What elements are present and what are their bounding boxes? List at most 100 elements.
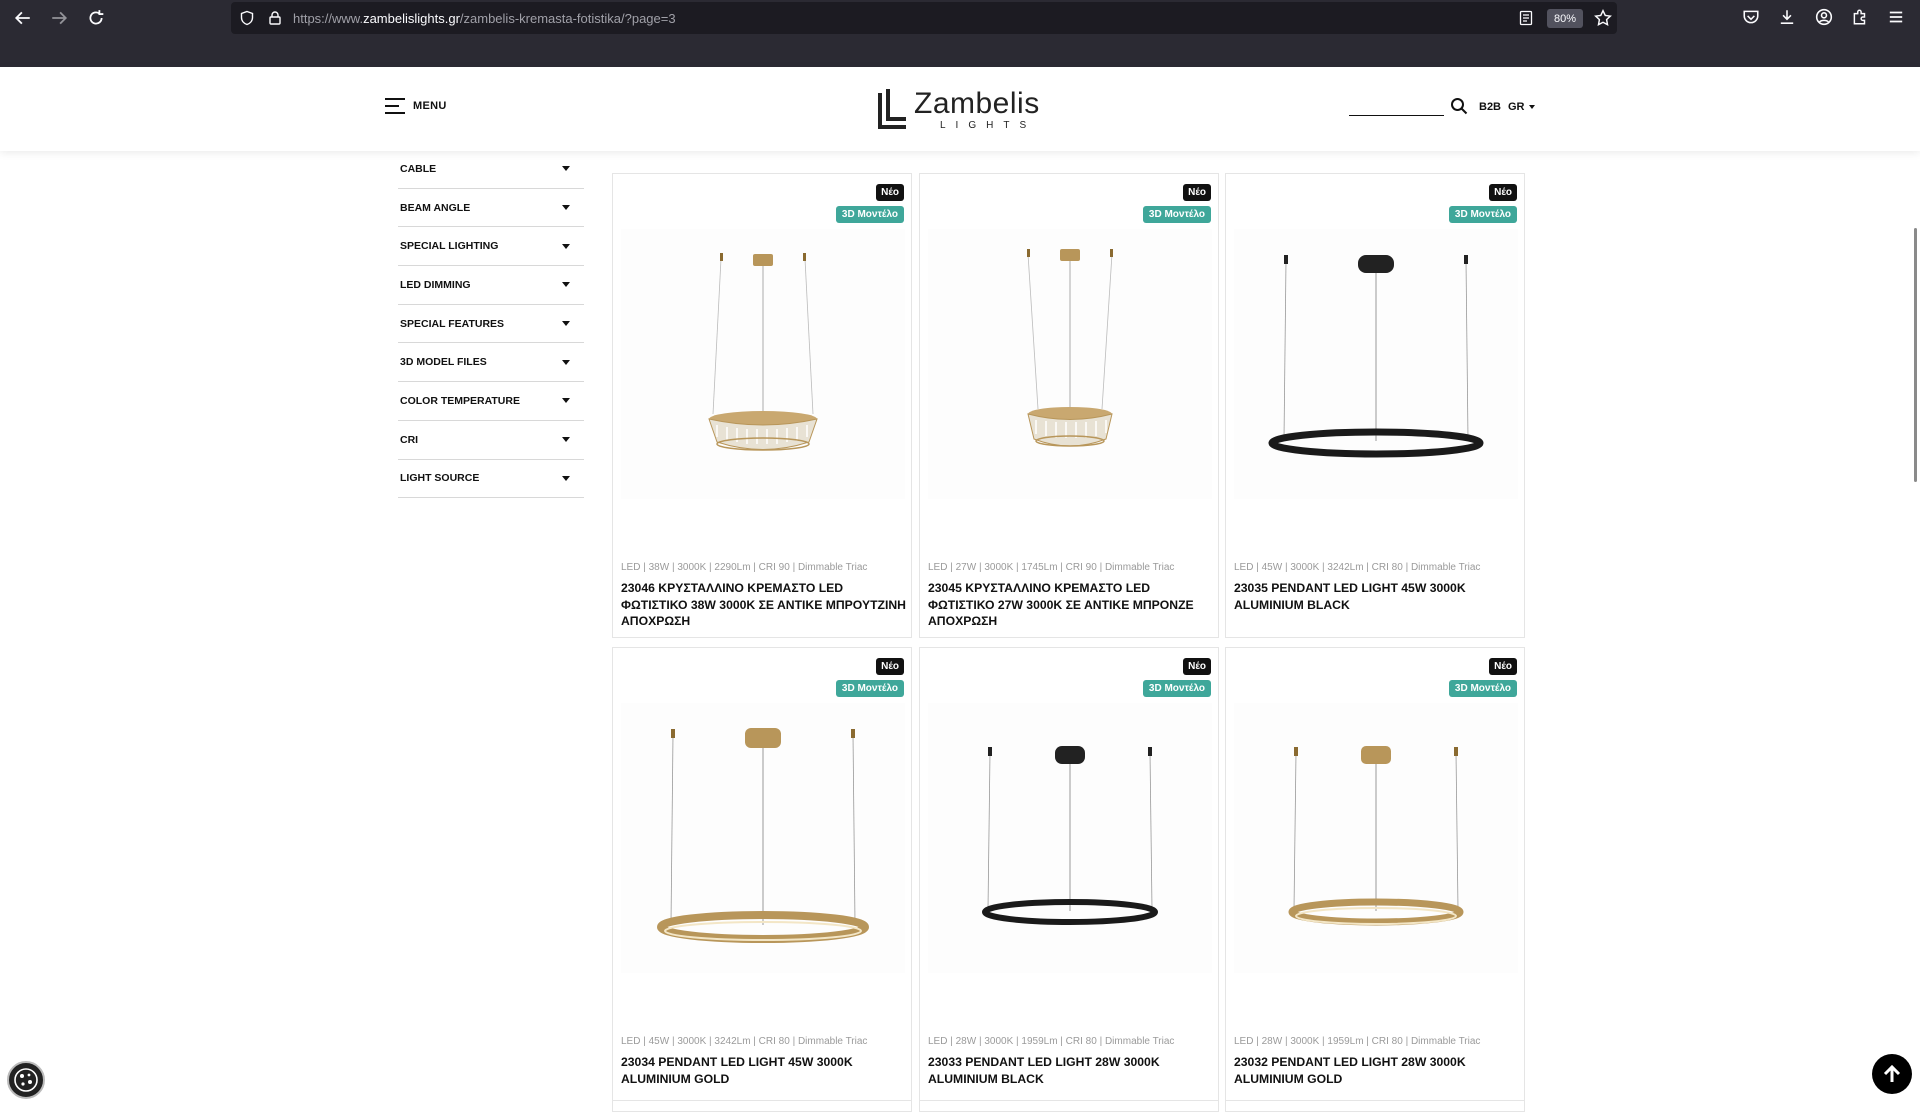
chevron-down-icon[interactable] [562, 398, 570, 404]
product-card[interactable]: Νέο 3D Μοντέλο LED | 45W | 3000K | 3242L… [1225, 173, 1525, 638]
logo-mark-icon [878, 89, 906, 129]
product-specs: LED | 38W | 3000K | 2290Lm | CRI 90 | Di… [621, 562, 868, 573]
site-header: MENU Zambelis LIGHTS B2B GR [0, 67, 1920, 151]
new-badge: Νέο [1183, 184, 1211, 201]
product-title[interactable]: 23033 PENDANT LED LIGHT 28W 3000K ALUMIN… [928, 1054, 1214, 1087]
forward-arrow-icon[interactable] [47, 6, 71, 30]
filter-cable[interactable]: CABLE [398, 150, 584, 189]
chevron-down-icon[interactable] [562, 243, 570, 249]
product-card[interactable]: Νέο 3D Μοντέλο LED | 28W | 3000K | 1959L… [919, 647, 1219, 1112]
chevron-down-icon[interactable] [562, 282, 570, 288]
chevron-down-icon[interactable] [562, 205, 570, 211]
product-card[interactable]: Νέο 3D Μοντέλο LED | 27W | 3000K | 1745L… [919, 173, 1219, 638]
product-image[interactable] [928, 703, 1212, 973]
language-selector[interactable]: GR [1508, 101, 1535, 113]
product-card[interactable] [919, 1100, 1219, 1106]
logo-name: Zambelis [914, 87, 1040, 120]
product-image[interactable] [928, 229, 1212, 499]
product-specs: LED | 45W | 3000K | 3242Lm | CRI 80 | Di… [1234, 562, 1481, 573]
url-text[interactable]: https://www.zambelislights.gr/zambelis-k… [293, 11, 676, 26]
3d-model-badge: 3D Μοντέλο [1448, 680, 1517, 697]
filter-special-lighting[interactable]: SPECIAL LIGHTING [398, 227, 584, 267]
new-badge: Νέο [1183, 658, 1211, 675]
product-image[interactable] [1234, 229, 1518, 499]
new-badge: Νέο [876, 658, 904, 675]
extensions-icon[interactable] [1851, 8, 1869, 26]
3d-model-badge: 3D Μοντέλο [1448, 206, 1517, 223]
filter-label: BEAM ANGLE [400, 201, 471, 214]
product-image[interactable] [621, 703, 905, 973]
site-logo[interactable]: Zambelis LIGHTS [878, 87, 1043, 133]
product-title[interactable]: 23035 PENDANT LED LIGHT 45W 3000K ALUMIN… [1234, 580, 1520, 613]
3d-model-badge: 3D Μοντέλο [835, 680, 904, 697]
filter-color-temperature[interactable]: COLOR TEMPERATURE [398, 382, 584, 421]
filter-label: LED DIMMING [400, 278, 471, 291]
3d-model-badge: 3D Μοντέλο [1142, 680, 1211, 697]
logo-subtitle: LIGHTS [940, 120, 1037, 131]
filter-label: LIGHT SOURCE [400, 472, 480, 485]
product-title[interactable]: 23034 PENDANT LED LIGHT 45W 3000K ALUMIN… [621, 1054, 907, 1087]
product-image[interactable] [1234, 703, 1518, 973]
bookmark-star-icon[interactable] [1594, 8, 1612, 27]
page-scrollbar[interactable] [1914, 228, 1917, 482]
pocket-icon[interactable] [1742, 8, 1760, 26]
chevron-down-icon[interactable] [562, 359, 570, 365]
chevron-down-icon[interactable] [562, 475, 570, 481]
chevron-down-icon[interactable] [562, 321, 570, 327]
menu-button[interactable]: MENU [385, 98, 447, 114]
chevron-down-icon[interactable] [562, 166, 570, 172]
app-menu-icon[interactable] [1887, 8, 1905, 26]
filter-3d-model-files[interactable]: 3D MODEL FILES [398, 343, 584, 383]
filter-sidebar: CABLE BEAM ANGLE SPECIAL LIGHTING LED DI… [398, 150, 584, 499]
3d-model-badge: 3D Μοντέλο [1142, 206, 1211, 223]
back-arrow-icon[interactable] [11, 6, 35, 30]
new-badge: Νέο [876, 184, 904, 201]
product-specs: LED | 45W | 3000K | 3242Lm | CRI 80 | Di… [621, 1036, 868, 1047]
b2b-link[interactable]: B2B [1479, 101, 1501, 113]
product-image[interactable] [621, 229, 905, 499]
cookie-settings-button[interactable] [7, 1061, 45, 1099]
back-to-top-button[interactable] [1872, 1054, 1912, 1094]
address-bar[interactable]: https://www.zambelislights.gr/zambelis-k… [231, 2, 1617, 34]
arrow-up-icon [1883, 1064, 1901, 1082]
filter-special-features[interactable]: SPECIAL FEATURES [398, 305, 584, 344]
reader-view-icon[interactable] [1518, 10, 1534, 26]
filter-cri[interactable]: CRI [398, 421, 584, 460]
filter-label: SPECIAL LIGHTING [400, 240, 499, 253]
lock-icon[interactable] [267, 10, 283, 26]
product-title[interactable]: 23032 PENDANT LED LIGHT 28W 3000K ALUMIN… [1234, 1054, 1520, 1087]
filter-label: COLOR TEMPERATURE [400, 394, 520, 407]
language-label[interactable]: GR [1508, 101, 1525, 113]
chevron-down-icon[interactable] [562, 437, 570, 443]
hamburger-icon[interactable] [385, 98, 405, 114]
product-card[interactable] [612, 1100, 912, 1106]
filter-beam-angle[interactable]: BEAM ANGLE [398, 189, 584, 228]
product-title[interactable]: 23046 ΚΡΥΣΤΑΛΛΙΝΟ ΚΡΕΜΑΣΤΟ LED ΦΩΤΙΣΤΙΚΟ… [621, 580, 907, 630]
zoom-level-badge[interactable]: 80% [1547, 9, 1583, 28]
filter-light-source[interactable]: LIGHT SOURCE [398, 460, 584, 499]
product-specs: LED | 28W | 3000K | 1959Lm | CRI 80 | Di… [928, 1036, 1175, 1047]
filter-label: SPECIAL FEATURES [400, 317, 505, 330]
search-icon[interactable] [1450, 97, 1468, 115]
chevron-down-icon[interactable] [1528, 105, 1535, 109]
filter-label: CABLE [400, 162, 437, 175]
product-card[interactable]: Νέο 3D Μοντέλο LED | 28W | 3000K | 1959L… [1225, 647, 1525, 1112]
search-input[interactable] [1349, 115, 1444, 116]
menu-label[interactable]: MENU [413, 100, 447, 112]
product-specs: LED | 27W | 3000K | 1745Lm | CRI 90 | Di… [928, 562, 1175, 573]
new-badge: Νέο [1489, 184, 1517, 201]
product-card[interactable] [1225, 1100, 1525, 1106]
filter-label: CRI [400, 433, 419, 446]
account-icon[interactable] [1815, 8, 1833, 26]
product-title[interactable]: 23045 ΚΡΥΣΤΑΛΛΙΝΟ ΚΡΕΜΑΣΤΟ LED ΦΩΤΙΣΤΙΚΟ… [928, 580, 1214, 630]
cookie-icon [14, 1068, 38, 1092]
product-card[interactable]: Νέο 3D Μοντέλο LED | 45W | 3000K | 3242L… [612, 647, 912, 1112]
reload-icon[interactable] [84, 6, 108, 30]
product-specs: LED | 28W | 3000K | 1959Lm | CRI 80 | Di… [1234, 1036, 1481, 1047]
product-card[interactable]: Νέο 3D Μοντέλο LED | 38W | 3000K | 2290L… [612, 173, 912, 638]
shield-icon[interactable] [239, 10, 255, 26]
download-icon[interactable] [1778, 8, 1796, 26]
filter-led-dimming[interactable]: LED DIMMING [398, 266, 584, 305]
filter-label: 3D MODEL FILES [400, 356, 487, 369]
new-badge: Νέο [1489, 658, 1517, 675]
